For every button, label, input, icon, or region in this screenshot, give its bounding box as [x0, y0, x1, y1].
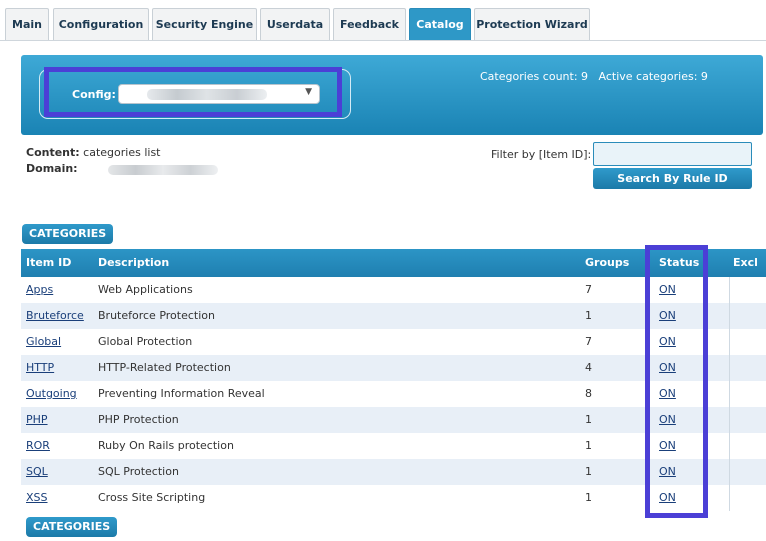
column-divider	[729, 407, 730, 433]
description-cell: Cross Site Scripting	[98, 491, 206, 504]
column-divider	[729, 277, 730, 303]
item-id-link[interactable]: Global	[26, 335, 61, 348]
description-cell: HTTP-Related Protection	[98, 361, 231, 374]
domain-value-redacted	[108, 165, 218, 175]
description-cell: Ruby On Rails protection	[98, 439, 234, 452]
tab-feedback[interactable]: Feedback	[333, 8, 406, 40]
column-divider	[729, 303, 730, 329]
status-column-highlight-box	[645, 245, 708, 518]
item-id-link[interactable]: Outgoing	[26, 387, 77, 400]
categories-button-bottom[interactable]: CATEGORIES	[26, 517, 118, 537]
active-categories-value: 9	[700, 70, 708, 83]
description-cell: Bruteforce Protection	[98, 309, 215, 322]
column-divider	[729, 433, 730, 459]
column-divider	[729, 329, 730, 355]
domain-label: Domain:	[26, 162, 78, 175]
categories-button-top[interactable]: CATEGORIES	[22, 224, 114, 244]
item-id-link[interactable]: XSS	[26, 491, 48, 504]
item-id-link[interactable]: Bruteforce	[26, 309, 84, 322]
description-cell: Web Applications	[98, 283, 193, 296]
categories-count-label: Categories count:	[480, 70, 578, 83]
groups-cell: 1	[585, 309, 592, 322]
filter-item-id-input[interactable]	[593, 142, 752, 166]
tab-security-engine[interactable]: Security Engine	[152, 8, 257, 40]
tab-main[interactable]: Main	[5, 8, 49, 40]
groups-cell: 1	[585, 465, 592, 478]
config-highlight-box	[44, 67, 342, 117]
active-categories-label: Active categories:	[598, 70, 698, 83]
category-counts: Categories count: 9 Active categories: 9	[480, 70, 708, 83]
groups-cell: 1	[585, 413, 592, 426]
header-excl[interactable]: Excl	[733, 256, 758, 269]
item-id-link[interactable]: HTTP	[26, 361, 54, 374]
tab-catalog[interactable]: Catalog	[409, 8, 471, 40]
search-by-rule-id-button[interactable]: Search By Rule ID	[593, 168, 752, 189]
column-divider	[729, 381, 730, 407]
item-id-link[interactable]: ROR	[26, 439, 50, 452]
header-description[interactable]: Description	[98, 256, 169, 269]
categories-count-value: 9	[581, 70, 589, 83]
groups-cell: 1	[585, 491, 592, 504]
filter-label: Filter by [Item ID]:	[491, 148, 592, 161]
content-label: Content:	[26, 146, 80, 159]
tab-protection-wizard[interactable]: Protection Wizard	[474, 8, 590, 40]
header-groups[interactable]: Groups	[585, 256, 629, 269]
column-divider	[729, 355, 730, 381]
item-id-link[interactable]: PHP	[26, 413, 48, 426]
groups-cell: 7	[585, 335, 592, 348]
tab-userdata[interactable]: Userdata	[260, 8, 330, 40]
groups-cell: 4	[585, 361, 592, 374]
item-id-link[interactable]: Apps	[26, 283, 53, 296]
domain-row: Domain:	[26, 162, 78, 175]
groups-cell: 8	[585, 387, 592, 400]
tab-configuration[interactable]: Configuration	[53, 8, 149, 40]
description-cell: SQL Protection	[98, 465, 179, 478]
column-divider	[729, 485, 730, 511]
description-cell: PHP Protection	[98, 413, 179, 426]
description-cell: Global Protection	[98, 335, 193, 348]
description-cell: Preventing Information Reveal	[98, 387, 265, 400]
content-row: Content: categories list	[26, 146, 160, 159]
item-id-link[interactable]: SQL	[26, 465, 48, 478]
groups-cell: 1	[585, 439, 592, 452]
column-divider	[729, 459, 730, 485]
content-value: categories list	[83, 146, 161, 159]
header-item-id[interactable]: Item ID	[26, 256, 71, 269]
groups-cell: 7	[585, 283, 592, 296]
tab-divider	[0, 40, 766, 41]
tab-bar: Main Configuration Security Engine Userd…	[0, 0, 766, 42]
